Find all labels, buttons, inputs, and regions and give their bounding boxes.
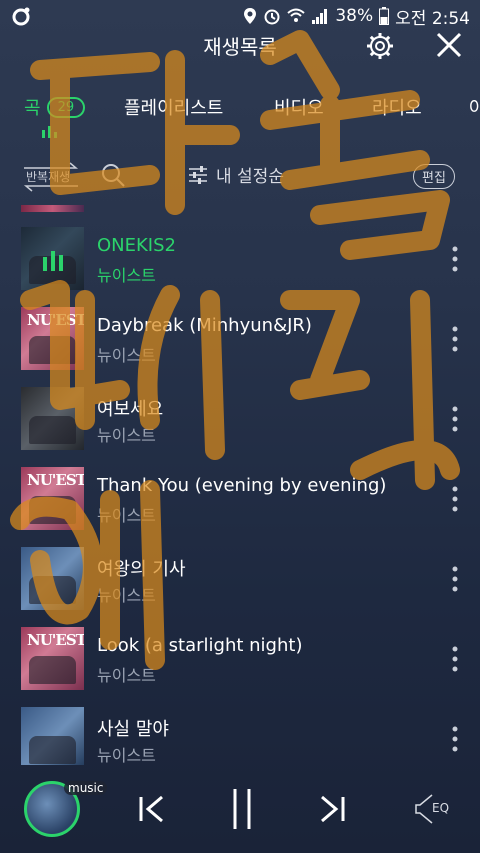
list-item[interactable]: 여왕의 기사 뉴이스트 — [0, 547, 480, 627]
song-artist: 뉴이스트 — [97, 506, 156, 525]
more-options-icon[interactable] — [448, 725, 462, 753]
clock: 오전 2:54 — [395, 8, 470, 29]
song-artist: 뉴이스트 — [97, 426, 156, 445]
song-title: Thank You (evening by evening) — [97, 475, 387, 496]
song-artist: 뉴이스트 — [97, 666, 156, 685]
edit-button[interactable]: 편집 — [413, 164, 455, 189]
album-thumbnail — [21, 387, 84, 450]
album-art-logo: NU'EST — [27, 311, 84, 329]
song-artist: 뉴이스트 — [97, 346, 156, 365]
eq-label: EQ — [432, 801, 450, 815]
repeat-button[interactable]: 반복재생 — [20, 160, 82, 192]
tab-label: 곡 — [24, 98, 41, 119]
repeat-label: 반복재생 — [26, 170, 71, 184]
song-list[interactable]: ONEKIS2 뉴이스트 NU'EST Daybreak (Minhyun&JR… — [0, 205, 480, 765]
battery-percent: 38% — [335, 6, 374, 26]
list-item[interactable]: NU'EST Look (a starlight night) 뉴이스트 — [0, 627, 480, 707]
wifi-icon — [287, 8, 306, 22]
tab-bar: 곡 29 플레이리스트 비디오 라디오 아 — [0, 88, 480, 124]
equalizer-button[interactable]: EQ — [414, 791, 458, 827]
more-options-icon[interactable] — [448, 325, 462, 353]
song-title: 여보세요 — [97, 399, 164, 420]
song-title: ONEKIS2 — [97, 235, 176, 256]
playing-indicator-icon — [43, 251, 63, 271]
sort-button[interactable]: 내 설정순 — [188, 162, 284, 187]
notification-icon — [12, 7, 30, 26]
album-thumbnail: NU'EST — [21, 307, 84, 370]
alarm-icon — [264, 9, 280, 25]
equalizer-mini-icon — [42, 126, 57, 138]
album-thumbnail — [21, 547, 84, 610]
album-thumbnail — [21, 707, 84, 765]
song-artist: 뉴이스트 — [97, 586, 156, 605]
sliders-icon — [189, 165, 207, 184]
gear-icon[interactable] — [364, 30, 396, 62]
album-thumbnail: NU'EST — [21, 627, 84, 690]
more-options-icon[interactable] — [448, 405, 462, 433]
search-icon[interactable] — [100, 162, 126, 188]
song-title: 여왕의 기사 — [97, 559, 186, 580]
page-title: 재생목록 — [203, 34, 277, 59]
song-count-badge: 29 — [46, 96, 86, 118]
list-item[interactable]: NU'EST Daybreak (Minhyun&JR) 뉴이스트 — [0, 307, 480, 387]
music-label: music — [64, 781, 108, 795]
more-options-icon[interactable] — [448, 245, 462, 273]
tab-radio[interactable]: 라디오 — [372, 94, 422, 120]
song-artist: 뉴이스트 — [97, 746, 156, 765]
speaker-icon — [415, 794, 433, 824]
title-bar: 재생목록 — [0, 26, 480, 64]
list-controls: 반복재생 내 설정순 편집 — [0, 156, 480, 196]
tab-playlist[interactable]: 플레이리스트 — [124, 94, 223, 120]
song-title: Daybreak (Minhyun&JR) — [97, 315, 312, 336]
next-track-icon[interactable] — [316, 793, 348, 825]
sort-label: 내 설정순 — [216, 167, 284, 187]
list-item[interactable]: NU'EST Thank You (evening by evening) 뉴이… — [0, 467, 480, 547]
signal-icon — [312, 9, 328, 24]
song-artist: 뉴이스트 — [97, 266, 156, 285]
album-thumbnail: NU'EST — [21, 467, 84, 530]
list-item[interactable]: 사실 말야 뉴이스트 — [0, 707, 480, 765]
mini-player: music EQ — [0, 765, 480, 853]
song-title: 사실 말야 — [97, 719, 169, 740]
previous-track-icon[interactable] — [136, 793, 168, 825]
pause-icon[interactable] — [228, 787, 256, 831]
more-options-icon[interactable] — [448, 485, 462, 513]
tab-more[interactable]: 아 — [469, 94, 480, 120]
tab-songs[interactable]: 곡 29 — [24, 94, 86, 120]
close-icon[interactable] — [432, 28, 466, 62]
album-art-logo: NU'EST — [27, 631, 84, 649]
more-options-icon[interactable] — [448, 565, 462, 593]
album-art-logo: NU'EST — [27, 471, 84, 489]
tab-video[interactable]: 비디오 — [274, 94, 324, 120]
more-options-icon[interactable] — [448, 645, 462, 673]
album-thumbnail — [21, 227, 84, 290]
list-item[interactable]: 여보세요 뉴이스트 — [0, 387, 480, 467]
location-icon — [244, 8, 257, 24]
song-title: Look (a starlight night) — [97, 635, 303, 656]
list-item[interactable]: ONEKIS2 뉴이스트 — [0, 227, 480, 307]
battery-icon — [379, 7, 390, 25]
album-thumbnail-partial — [21, 205, 84, 212]
